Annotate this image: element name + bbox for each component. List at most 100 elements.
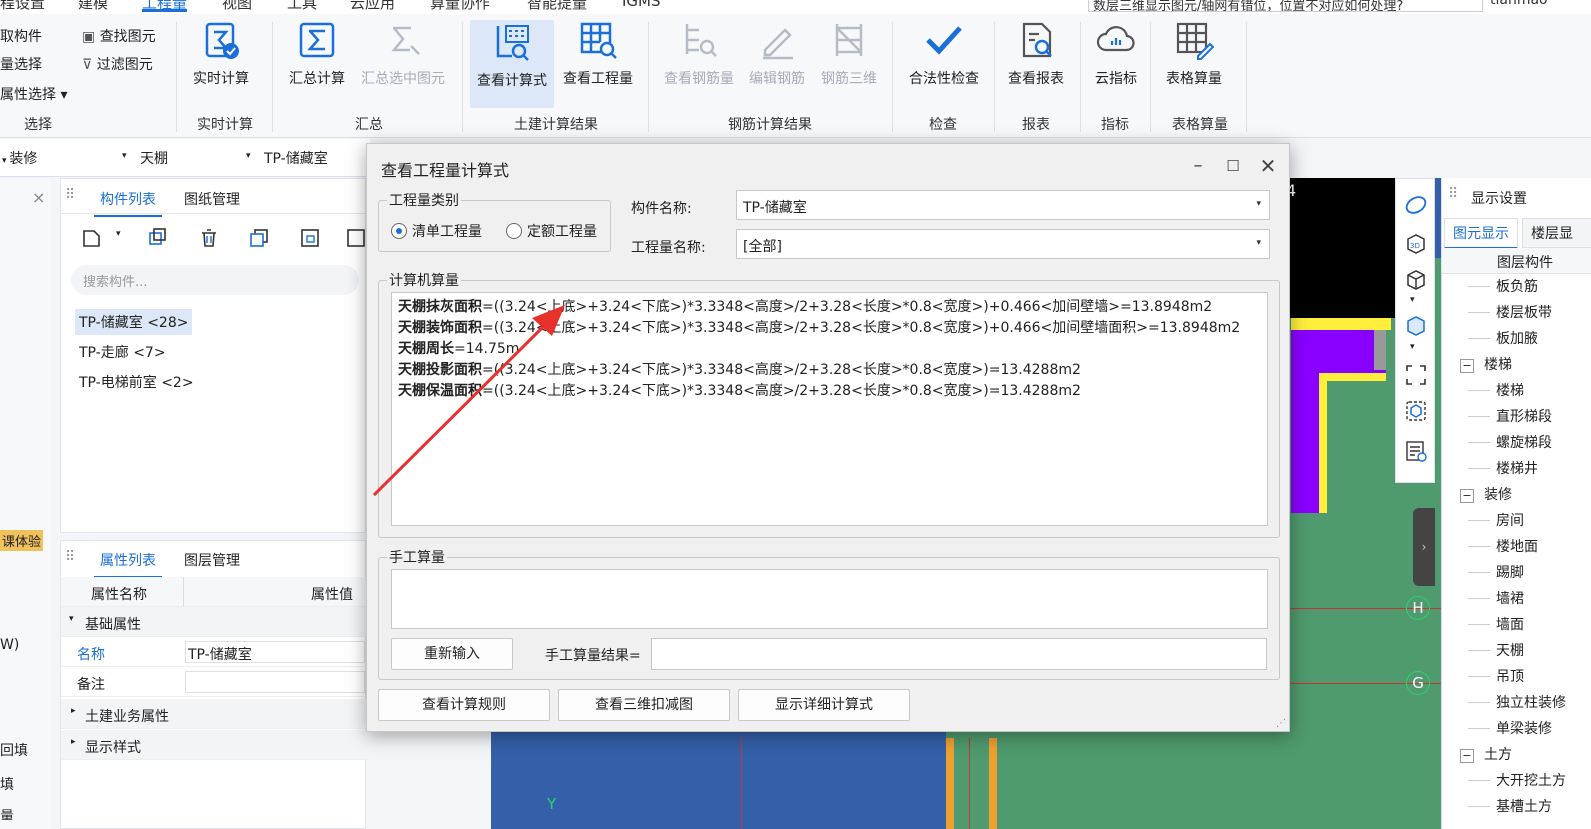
- tree-item[interactable]: 墙裙: [1496, 588, 1524, 608]
- realtime-calc-button[interactable]: 实时计算: [187, 20, 255, 88]
- display-settings-icon[interactable]: [1404, 439, 1428, 463]
- drag-handle-icon[interactable]: ⠿: [65, 187, 75, 203]
- tab-property-list[interactable]: 属性列表: [94, 550, 162, 578]
- dynamic-observe-icon[interactable]: [1404, 399, 1428, 423]
- left-strip-item[interactable]: 回填: [0, 740, 28, 760]
- section-civil[interactable]: ▸ 土建业务属性: [61, 699, 367, 729]
- view-report-button[interactable]: 查看报表: [1002, 20, 1070, 88]
- tree-item[interactable]: 墙面: [1496, 614, 1524, 634]
- tree-item[interactable]: 基槽土方: [1496, 796, 1552, 816]
- tree-item[interactable]: 房间: [1496, 510, 1524, 530]
- property-value-input[interactable]: TP-储藏室: [185, 641, 365, 663]
- left-strip-item[interactable]: W): [0, 637, 19, 653]
- list-item-selected[interactable]: TP-储藏室 <28>: [75, 309, 193, 335]
- collapse-toggle-icon[interactable]: −: [1460, 359, 1474, 373]
- tree-group[interactable]: − 楼梯: [1460, 354, 1512, 374]
- find-element-button[interactable]: ▣ 查找图元: [82, 26, 156, 46]
- chevron-down-icon[interactable]: ▾: [116, 229, 121, 239]
- new-component-icon[interactable]: [81, 227, 103, 249]
- orbit-icon[interactable]: [1404, 193, 1428, 217]
- layer-copy-icon[interactable]: [248, 227, 270, 249]
- attribute-select-button[interactable]: 属性选择 ▾: [0, 84, 67, 104]
- view-quantity-button[interactable]: 查看工程量: [560, 20, 636, 88]
- menu-item-active[interactable]: 工程量: [142, 0, 188, 12]
- view-rules-button[interactable]: 查看计算规则: [378, 689, 550, 721]
- tree-item[interactable]: 楼层板带: [1496, 302, 1552, 322]
- collapse-panel-handle[interactable]: ›: [1413, 508, 1435, 586]
- section-basic[interactable]: ▾ 基础属性: [61, 607, 367, 637]
- drag-handle-icon[interactable]: ⠿: [1448, 186, 1458, 202]
- tree-item[interactable]: 大开挖土方: [1496, 770, 1566, 790]
- component-search-input[interactable]: 搜索构件...: [71, 265, 359, 295]
- fit-view-icon[interactable]: [1404, 363, 1428, 387]
- 3d-view-icon[interactable]: 3D: [1404, 231, 1428, 255]
- tree-item[interactable]: 独立柱装修: [1496, 692, 1566, 712]
- manual-result-field[interactable]: [651, 638, 1267, 670]
- selector-type-dropdown[interactable]: ▾ 装修 ▾: [2, 148, 130, 168]
- help-search-input[interactable]: 数层三维显示图元/轴网有错位，位置不对应如何处理?: [1088, 0, 1483, 12]
- menu-item[interactable]: 建模: [78, 0, 108, 13]
- view-formula-button[interactable]: 查看计算式: [470, 20, 554, 108]
- delete-icon[interactable]: [198, 227, 220, 249]
- copy-icon[interactable]: [147, 227, 169, 249]
- component-name-select[interactable]: TP-储藏室 ▾: [736, 190, 1270, 220]
- tree-item[interactable]: 板加腋: [1496, 328, 1538, 348]
- selector-subtype-dropdown[interactable]: 天棚 ▾: [140, 148, 256, 168]
- sum-selected-button[interactable]: 汇总选中图元: [354, 20, 452, 88]
- tree-item[interactable]: 板负筋: [1496, 276, 1538, 296]
- list-item[interactable]: TP-走廊 <7>: [75, 339, 170, 365]
- selector-component-dropdown[interactable]: TP-储藏室: [264, 148, 364, 168]
- batch-select-button[interactable]: 量选择: [0, 54, 42, 74]
- chevron-down-icon[interactable]: ▾: [1410, 342, 1415, 352]
- menu-item[interactable]: IGMS: [622, 0, 661, 10]
- tab-layer-manage[interactable]: 图层管理: [184, 550, 240, 570]
- tree-item[interactable]: 螺旋梯段: [1496, 432, 1552, 452]
- menu-item[interactable]: 视图: [222, 0, 252, 13]
- menu-item[interactable]: 智能提量: [527, 0, 587, 13]
- view-rebar-button[interactable]: 查看钢筋量: [660, 20, 738, 88]
- rebar-3d-button[interactable]: 钢筋三维: [816, 20, 882, 88]
- collapse-toggle-icon[interactable]: −: [1460, 749, 1474, 763]
- property-value-input[interactable]: [185, 671, 365, 693]
- view-3d-deduction-button[interactable]: 查看三维扣减图: [558, 689, 730, 721]
- solid-cube-icon[interactable]: [1404, 313, 1428, 337]
- menu-item[interactable]: 算量协作: [430, 0, 490, 13]
- cloud-index-button[interactable]: 云指标: [1088, 20, 1144, 88]
- left-strip-item[interactable]: 填: [0, 774, 14, 794]
- tree-item[interactable]: 吊顶: [1496, 666, 1524, 686]
- tab-element-display[interactable]: 图元显示: [1444, 218, 1518, 249]
- table-calc-button[interactable]: 表格算量: [1158, 20, 1230, 88]
- list-item[interactable]: TP-电梯前室 <2>: [75, 369, 198, 395]
- tree-item[interactable]: 楼地面: [1496, 536, 1538, 556]
- radio-bill-qty[interactable]: 清单工程量: [391, 221, 482, 241]
- tree-item[interactable]: 单梁装修: [1496, 718, 1552, 738]
- tree-group[interactable]: − 装修: [1460, 484, 1512, 504]
- pick-component-button[interactable]: 取构件: [0, 26, 42, 46]
- maximize-button[interactable]: ☐: [1219, 152, 1247, 180]
- drag-handle-icon[interactable]: ⠿: [65, 549, 75, 565]
- tree-group[interactable]: − 土方: [1460, 744, 1512, 764]
- menu-item[interactable]: 云应用: [350, 0, 395, 13]
- edit-rebar-button[interactable]: 编辑钢筋: [744, 20, 810, 88]
- save-template-icon[interactable]: [299, 227, 321, 249]
- tree-item[interactable]: 天棚: [1496, 640, 1524, 660]
- tab-component-list[interactable]: 构件列表: [94, 189, 162, 217]
- sum-calc-button[interactable]: 汇总计算: [283, 20, 351, 88]
- filter-element-button[interactable]: ⊽ 过滤图元: [82, 54, 153, 74]
- manual-calc-textarea[interactable]: [391, 569, 1268, 629]
- left-strip-item[interactable]: 量: [0, 806, 14, 820]
- tab-drawing-manage[interactable]: 图纸管理: [184, 189, 240, 209]
- menu-item[interactable]: 程设置: [0, 0, 45, 13]
- tree-item[interactable]: 直形梯段: [1496, 406, 1552, 426]
- show-detail-formula-button[interactable]: 显示详细计算式: [738, 689, 910, 721]
- minimize-button[interactable]: –: [1184, 152, 1212, 180]
- tab-floor-display[interactable]: 楼层显: [1522, 218, 1591, 248]
- tree-item[interactable]: 楼梯: [1496, 380, 1524, 400]
- resize-grip-icon[interactable]: ⋰: [1276, 718, 1286, 729]
- tree-item[interactable]: 楼梯井: [1496, 458, 1538, 478]
- reinput-button[interactable]: 重新输入: [391, 638, 513, 670]
- close-icon[interactable]: ×: [32, 188, 45, 207]
- experience-badge[interactable]: 课体验: [0, 530, 44, 551]
- cube-icon[interactable]: [1404, 267, 1428, 291]
- close-button[interactable]: ✕: [1254, 152, 1282, 180]
